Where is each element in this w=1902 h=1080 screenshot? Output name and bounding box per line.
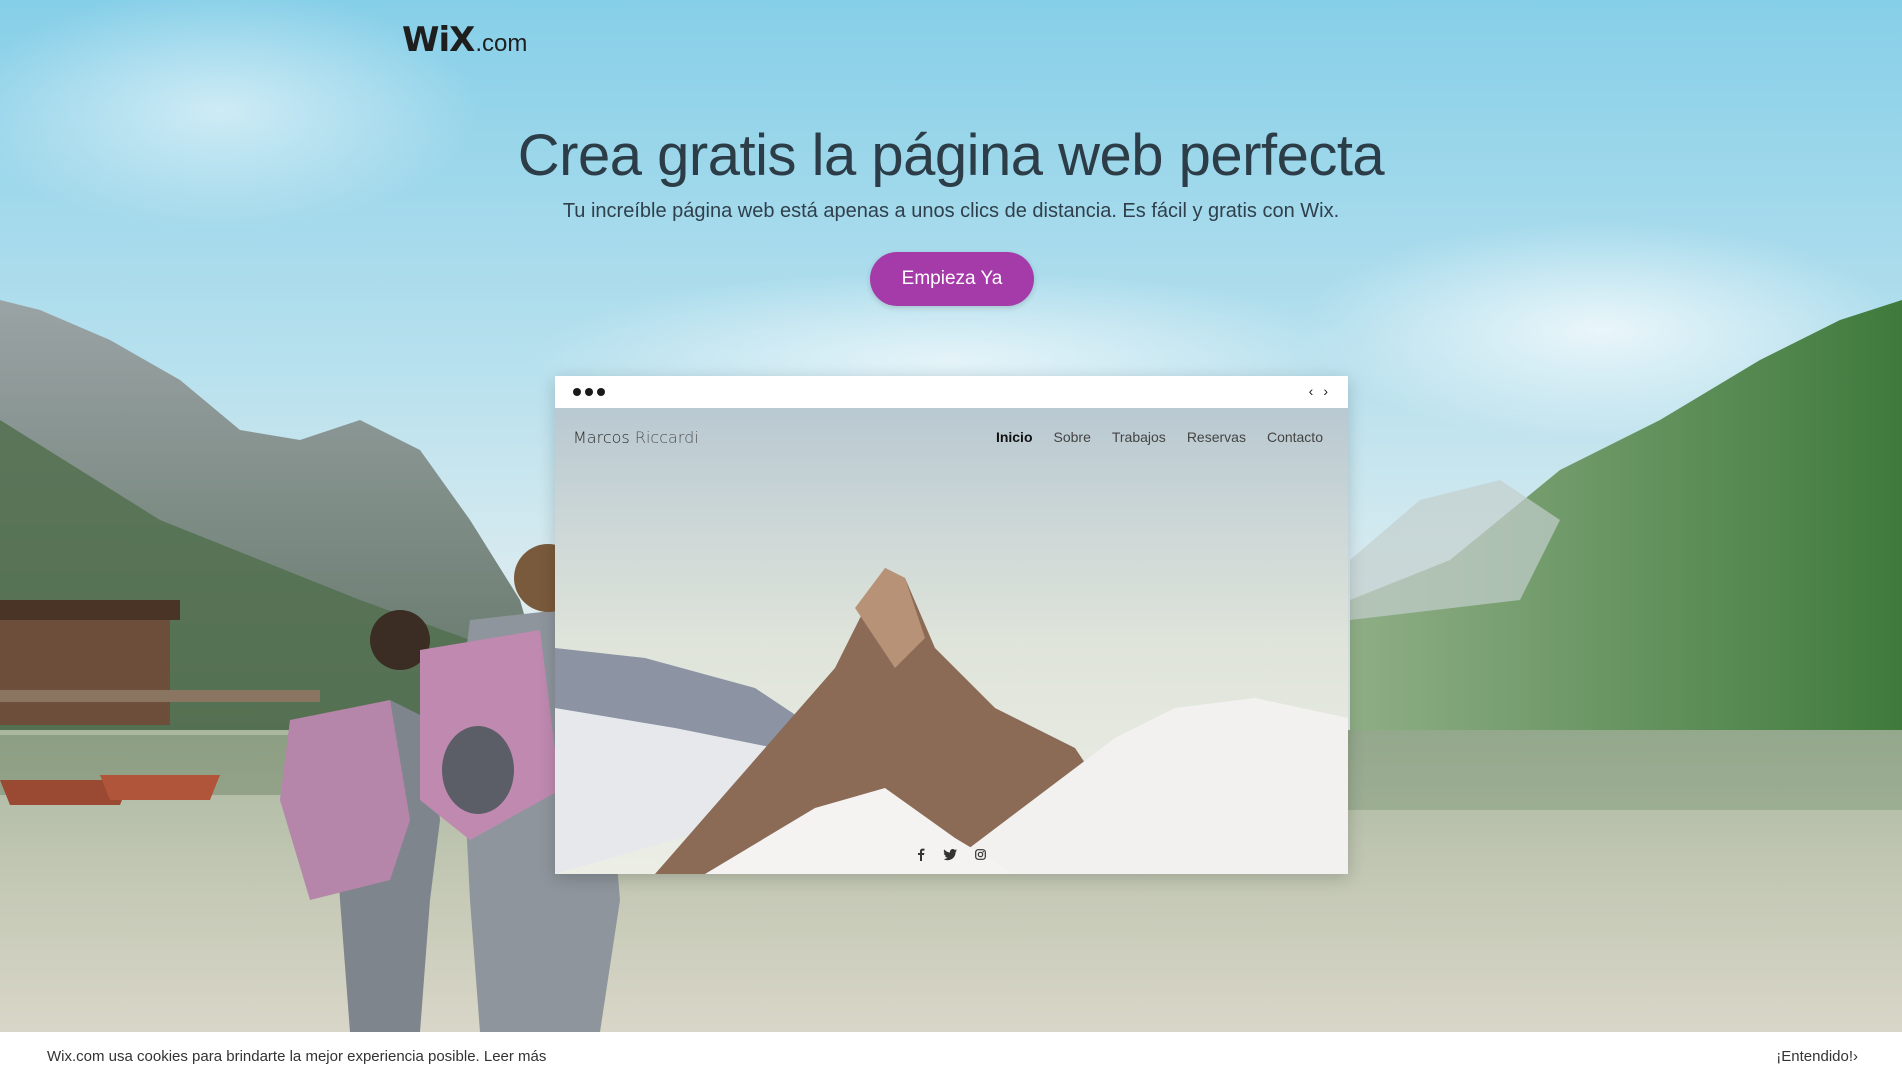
mountain-image bbox=[555, 408, 1348, 874]
cookie-message[interactable]: Wix.com usa cookies para brindarte la me… bbox=[47, 1048, 546, 1065]
preview-site: Marcos Riccardi Inicio Sobre Trabajos Re… bbox=[555, 408, 1348, 874]
site-menu-inicio[interactable]: Inicio bbox=[996, 429, 1033, 445]
site-title-last: Riccardi bbox=[634, 428, 699, 447]
website-preview-window: ‹ › Marcos Riccardi Inicio Sobre Trabajo… bbox=[555, 376, 1348, 874]
arrow-left-icon: ‹ bbox=[1308, 383, 1314, 399]
site-menu: Inicio Sobre Trabajos Reservas Contacto bbox=[996, 429, 1323, 445]
hero-background: WiX .com Crea gratis la página web perfe… bbox=[0, 0, 1902, 1080]
page-headline: Crea gratis la página web perfecta bbox=[517, 123, 1385, 188]
social-links bbox=[917, 848, 986, 864]
instagram-icon[interactable] bbox=[975, 849, 986, 863]
browser-nav-arrows: ‹ › bbox=[1309, 383, 1328, 399]
site-title-first: Marcos bbox=[573, 428, 630, 447]
cookie-accept-link[interactable]: ¡Entendido!› bbox=[1776, 1048, 1858, 1065]
site-menu-contacto[interactable]: Contacto bbox=[1267, 429, 1323, 445]
arrow-right-icon: › bbox=[1323, 383, 1328, 399]
logo-suffix: .com bbox=[475, 30, 528, 57]
wix-logo[interactable]: WiX .com bbox=[402, 20, 527, 60]
site-owner-name: Marcos Riccardi bbox=[573, 428, 699, 447]
window-dots-icon bbox=[573, 388, 605, 396]
site-menu-reservas[interactable]: Reservas bbox=[1187, 429, 1246, 445]
twitter-icon[interactable] bbox=[943, 848, 957, 864]
start-now-button[interactable]: Empieza Ya bbox=[870, 252, 1034, 306]
site-menu-trabajos[interactable]: Trabajos bbox=[1112, 429, 1166, 445]
page-subheadline: Tu increíble página web está apenas a un… bbox=[562, 200, 1340, 222]
facebook-icon[interactable] bbox=[917, 848, 925, 864]
logo-wordmark: WiX bbox=[402, 20, 475, 60]
cookie-banner: Wix.com usa cookies para brindarte la me… bbox=[0, 1032, 1902, 1080]
browser-toolbar: ‹ › bbox=[555, 376, 1348, 408]
site-menu-sobre[interactable]: Sobre bbox=[1054, 429, 1091, 445]
